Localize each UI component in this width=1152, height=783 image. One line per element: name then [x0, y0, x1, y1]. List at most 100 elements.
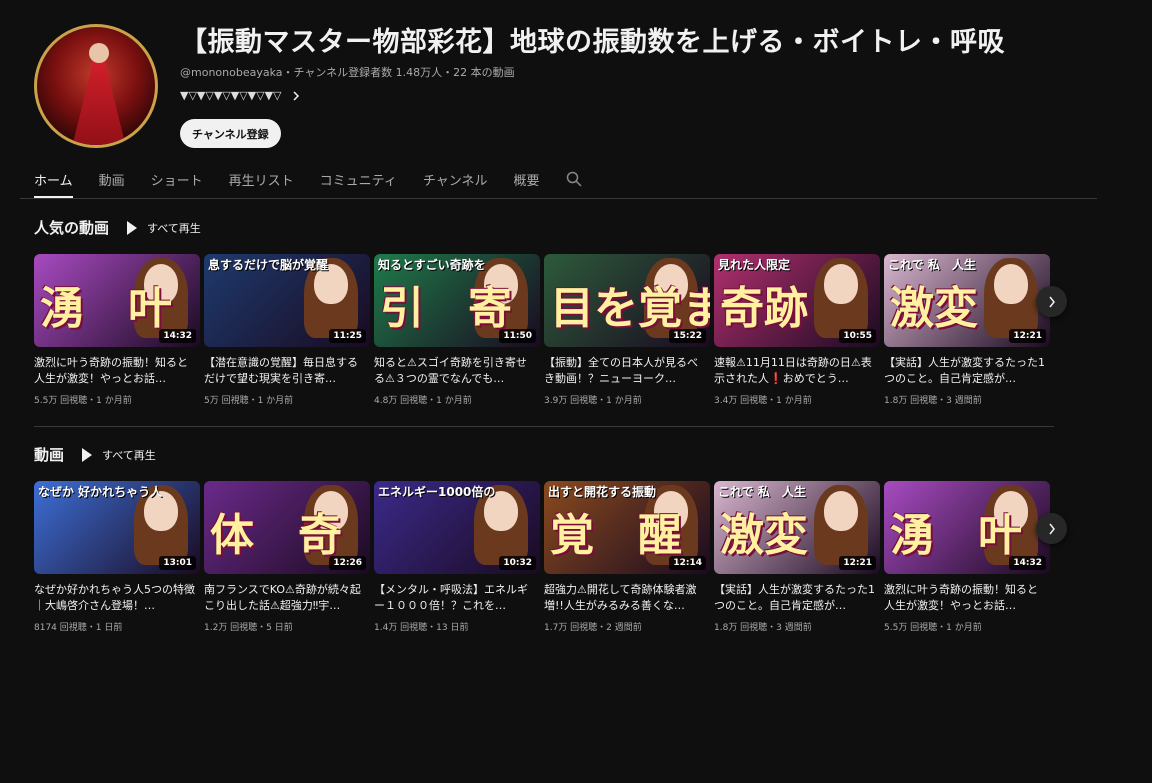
video-duration: 11:50 — [499, 329, 536, 343]
video-row-videos: なぜか 好かれちゃう人 13:01 なぜか好かれちゃう人5つの特徴｜大嶋啓介さん… — [34, 481, 1050, 633]
video-duration: 15:22 — [669, 329, 706, 343]
video-meta: 5.5万 回視聴・1 か月前 — [884, 623, 982, 633]
video-title[interactable]: なぜか好かれちゃう人5つの特徴｜大嶋啓介さん登場！… — [34, 582, 200, 614]
section-title: 動画 — [34, 446, 65, 464]
thumbnail-caption: 見れた人限定 — [718, 258, 791, 272]
video-card[interactable]: 覚 醒 出すと開花する振動 12:14 超強力⚠開花して奇跡体験者激増!!人生が… — [544, 481, 710, 633]
video-duration: 14:32 — [1009, 556, 1046, 570]
video-thumbnail[interactable]: 息するだけで脳が覚醒 11:25 — [204, 254, 370, 347]
video-row-popular: 湧 叶 14:32 激烈に叶う奇跡の振動！知ると人生が激変！やっとお話… 5.5… — [34, 254, 1050, 406]
avatar-face-shape — [89, 43, 109, 63]
video-meta: 8174 回視聴・1 日前 — [34, 623, 123, 633]
video-title[interactable]: 【実話】人生が激変するたった1つのこと。自己肯定感が… — [884, 355, 1050, 387]
video-thumbnail[interactable]: エネルギー1000倍の 10:32 — [374, 481, 540, 574]
video-duration: 12:21 — [839, 556, 876, 570]
video-thumbnail[interactable]: なぜか 好かれちゃう人 13:01 — [34, 481, 200, 574]
video-thumbnail[interactable]: 激変 これで 私 人生 12:21 — [884, 254, 1050, 347]
tab-community[interactable]: コミュニティ — [320, 164, 397, 198]
video-card[interactable]: 湧 叶 14:32 激烈に叶う奇跡の振動！知ると人生が激変！やっとお話… 5.5… — [884, 481, 1050, 633]
avatar-dress-shape — [71, 61, 127, 145]
video-card[interactable]: 激変 これで 私 人生 12:21 【実話】人生が激変するたった1つのこと。自己… — [714, 481, 880, 633]
video-card[interactable]: 目を覚ませ 15:22 【振動】全ての日本人が見るべき動画！？ニューヨーク… 3… — [544, 254, 710, 406]
video-duration: 11:25 — [329, 329, 366, 343]
video-thumbnail[interactable]: 湧 叶 14:32 — [34, 254, 200, 347]
video-meta: 5.5万 回視聴・1 か月前 — [34, 396, 132, 406]
play-all-button[interactable]: すべて再生 — [82, 447, 156, 463]
video-duration: 13:01 — [159, 556, 196, 570]
video-thumbnail[interactable]: 目を覚ませ 15:22 — [544, 254, 710, 347]
channel-title: 【振動マスター物部彩花】地球の振動数を上げる・ボイトレ・呼吸 — [180, 27, 1005, 58]
play-icon — [82, 447, 93, 462]
video-card[interactable]: 引 寄 知るとすごい奇跡を 11:50 知ると⚠スゴイ奇跡を引き寄せる⚠３つの霊… — [374, 254, 540, 406]
video-duration: 12:26 — [329, 556, 366, 570]
video-title[interactable]: 【実話】人生が激変するたった1つのこと。自己肯定感が… — [714, 582, 880, 614]
thumbnail-caption: 息するだけで脳が覚醒 — [208, 258, 329, 272]
video-title[interactable]: 南フランスでKO⚠奇跡が続々起こり出した話⚠超強力‼宇… — [204, 582, 370, 614]
search-icon[interactable] — [566, 171, 582, 187]
video-thumbnail[interactable]: 覚 醒 出すと開花する振動 12:14 — [544, 481, 710, 574]
thumbnail-big-text: 体 奇 — [210, 510, 342, 561]
thumbnail-big-text: 奇跡 — [720, 283, 808, 334]
video-thumbnail[interactable]: 湧 叶 14:32 — [884, 481, 1050, 574]
video-title[interactable]: 【メンタル・呼吸法】エネルギー１０００倍！？これを… — [374, 582, 540, 614]
tab-playlists[interactable]: 再生リスト — [229, 164, 294, 198]
video-thumbnail[interactable]: 激変 これで 私 人生 12:21 — [714, 481, 880, 574]
thumbnail-caption: 出すと開花する振動 — [548, 485, 657, 499]
tab-about[interactable]: 概要 — [514, 164, 540, 198]
thumbnail-big-text: 激変 — [890, 283, 978, 334]
shelf-next-button[interactable] — [1036, 286, 1067, 317]
video-duration: 10:32 — [499, 556, 536, 570]
section-title: 人気の動画 — [34, 219, 110, 237]
video-card[interactable]: 激変 これで 私 人生 12:21 【実話】人生が激変するたった1つのこと。自己… — [884, 254, 1050, 406]
tab-channels[interactable]: チャンネル — [423, 164, 488, 198]
tabs-divider — [20, 198, 1097, 199]
channel-avatar[interactable] — [34, 24, 158, 148]
video-duration: 12:14 — [669, 556, 706, 570]
play-icon — [127, 220, 138, 235]
subscribe-button[interactable]: チャンネル登録 — [180, 119, 281, 148]
video-meta: 1.7万 回視聴・2 週間前 — [544, 623, 642, 633]
video-meta: 4.8万 回視聴・1 か月前 — [374, 396, 472, 406]
video-meta: 1.8万 回視聴・3 週間前 — [714, 623, 812, 633]
video-card[interactable]: エネルギー1000倍の 10:32 【メンタル・呼吸法】エネルギー１０００倍！？… — [374, 481, 540, 633]
video-title[interactable]: 【潜在意識の覚醒】毎日息するだけで望む現実を引き寄… — [204, 355, 370, 387]
thumbnail-face-shape — [824, 264, 858, 304]
chevron-right-icon — [1048, 523, 1055, 534]
tab-home[interactable]: ホーム — [34, 164, 73, 198]
video-title[interactable]: 激烈に叶う奇跡の振動！知ると人生が激変！やっとお話… — [884, 582, 1050, 614]
video-title[interactable]: 超強力⚠開花して奇跡体験者激増!!人生がみるみる善くな… — [544, 582, 710, 614]
video-duration: 12:21 — [1009, 329, 1046, 343]
thumbnail-caption: 知るとすごい奇跡を — [378, 258, 486, 272]
section-videos-header: 動画 すべて再生 — [34, 444, 156, 465]
thumbnail-face-shape — [824, 491, 858, 531]
tab-shorts[interactable]: ショート — [151, 164, 203, 198]
chevron-right-icon — [1048, 296, 1055, 307]
thumbnail-big-text: 湧 叶 — [40, 283, 172, 334]
video-thumbnail[interactable]: 奇跡 見れた人限定 10:55 — [714, 254, 880, 347]
video-card[interactable]: 体 奇 12:26 南フランスでKO⚠奇跡が続々起こり出した話⚠超強力‼宇… 1… — [204, 481, 370, 633]
play-all-label: すべて再生 — [147, 221, 201, 235]
thumbnail-caption: これで 私 人生 — [718, 485, 806, 499]
video-title[interactable]: 激烈に叶う奇跡の振動！知ると人生が激変！やっとお話… — [34, 355, 200, 387]
thumbnail-face-shape — [994, 264, 1028, 304]
video-duration: 14:32 — [159, 329, 196, 343]
video-card[interactable]: 湧 叶 14:32 激烈に叶う奇跡の振動！知ると人生が激変！やっとお話… 5.5… — [34, 254, 200, 406]
video-thumbnail[interactable]: 体 奇 12:26 — [204, 481, 370, 574]
video-card[interactable]: なぜか 好かれちゃう人 13:01 なぜか好かれちゃう人5つの特徴｜大嶋啓介さん… — [34, 481, 200, 633]
video-title[interactable]: 知ると⚠スゴイ奇跡を引き寄せる⚠３つの霊でなんでも… — [374, 355, 540, 387]
channel-description[interactable]: ▼▽▼▽▼▽▼▽▼▽▼▽ — [180, 89, 300, 102]
thumbnail-caption: なぜか 好かれちゃう人 — [38, 485, 163, 499]
play-all-button[interactable]: すべて再生 — [127, 220, 201, 236]
video-meta: 5万 回視聴・1 か月前 — [204, 396, 294, 406]
video-title[interactable]: 速報⚠11月11日は奇跡の日⚠表示された人❗おめでとう… — [714, 355, 880, 387]
video-title[interactable]: 【振動】全ての日本人が見るべき動画！？ニューヨーク… — [544, 355, 710, 387]
thumbnail-big-text: 目を覚ませ — [550, 283, 710, 334]
play-all-label: すべて再生 — [102, 448, 156, 462]
tab-videos[interactable]: 動画 — [99, 164, 125, 198]
video-card[interactable]: 奇跡 見れた人限定 10:55 速報⚠11月11日は奇跡の日⚠表示された人❗おめ… — [714, 254, 880, 406]
video-duration: 10:55 — [839, 329, 876, 343]
thumbnail-big-text: 激変 — [720, 510, 808, 561]
video-thumbnail[interactable]: 引 寄 知るとすごい奇跡を 11:50 — [374, 254, 540, 347]
shelf-next-button[interactable] — [1036, 513, 1067, 544]
video-card[interactable]: 息するだけで脳が覚醒 11:25 【潜在意識の覚醒】毎日息するだけで望む現実を引… — [204, 254, 370, 406]
